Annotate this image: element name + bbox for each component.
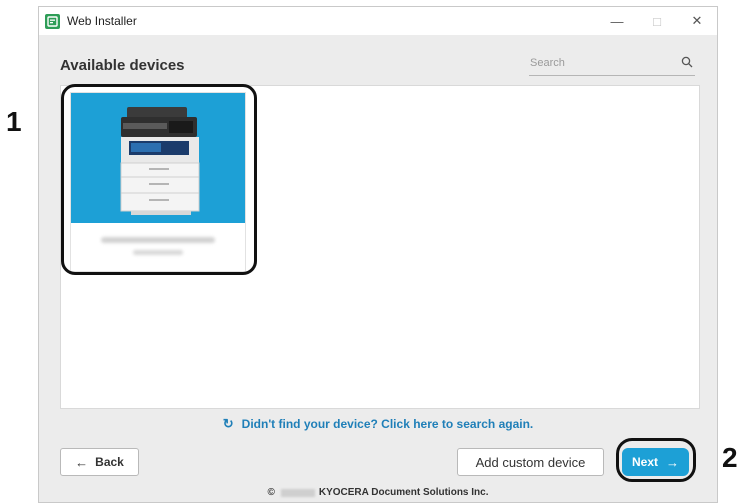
footer: © KYOCERA Document Solutions Inc.: [39, 487, 717, 498]
minimize-button[interactable]: —: [597, 7, 637, 35]
next-button[interactable]: Next →: [622, 448, 689, 476]
search-icon[interactable]: [681, 55, 693, 73]
web-installer-app-icon: [45, 13, 60, 29]
maximize-button[interactable]: □: [637, 7, 677, 35]
arrow-left-icon: ←: [75, 454, 89, 470]
next-label: Next: [631, 455, 658, 469]
search-input[interactable]: Search: [529, 53, 695, 76]
title-bar[interactable]: Web Installer — □ ✕: [39, 7, 717, 35]
add-custom-device-label: Add custom device: [475, 454, 586, 470]
search-again-label: Didn't find your device? Click here to s…: [241, 417, 534, 431]
back-label: Back: [95, 455, 124, 469]
add-custom-device-button[interactable]: Add custom device: [457, 448, 604, 476]
close-button[interactable]: ✕: [677, 7, 717, 35]
window-title: Web Installer: [67, 14, 137, 28]
refresh-icon: ↻: [222, 416, 234, 431]
copyright-symbol: ©: [267, 487, 275, 498]
search-again-link[interactable]: ↻ Didn't find your device? Click here to…: [39, 416, 717, 432]
device-highlight-ring: [61, 84, 257, 275]
callout-number-1: 1: [6, 106, 22, 137]
back-button[interactable]: ← Back: [60, 448, 139, 476]
callout-number-2: 2: [722, 442, 738, 473]
web-installer-window: Web Installer — □ ✕ Available devices Se…: [38, 6, 718, 503]
search-placeholder: Search: [530, 57, 565, 69]
footer-company: KYOCERA Document Solutions Inc.: [318, 487, 489, 498]
arrow-right-icon: →: [666, 454, 679, 470]
redacted-year: [280, 488, 315, 497]
page-title: Available devices: [60, 57, 185, 74]
